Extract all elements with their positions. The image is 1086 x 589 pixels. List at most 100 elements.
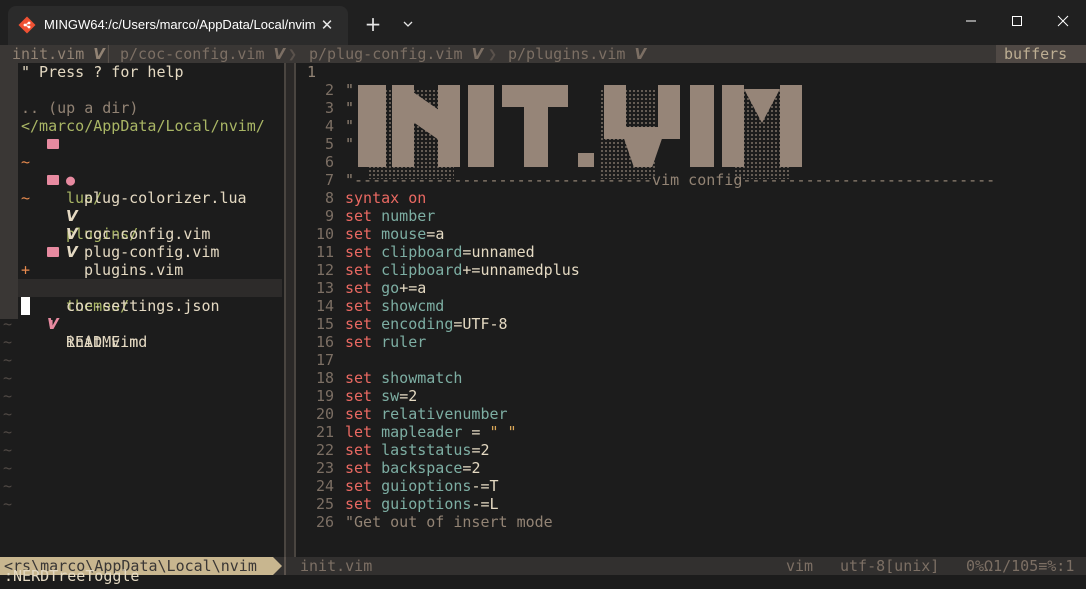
- code-line[interactable]: set laststatus=2: [345, 441, 490, 459]
- code-line[interactable]: set backspace=2: [345, 459, 480, 477]
- nerdtree-entry-selected[interactable]: 𝙑 init.vim: [18, 279, 282, 351]
- code-keyword: set: [345, 369, 373, 387]
- code-keyword: set: [345, 279, 373, 297]
- line-number: 20: [315, 405, 334, 423]
- code-keyword: set: [345, 405, 373, 423]
- line-number: 19: [315, 387, 334, 405]
- code-value: unnamedplus: [480, 261, 580, 279]
- nerdtree-entry[interactable]: ~ lua/: [0, 135, 282, 207]
- close-icon: [1057, 15, 1069, 27]
- line-number: 12: [315, 261, 334, 279]
- code-line[interactable]: set ruler: [345, 333, 426, 351]
- code-operator: -=: [471, 495, 490, 513]
- vim-tab[interactable]: p/plugins.vim 𝙑: [508, 45, 646, 63]
- nerdtree-entry[interactable]: ~ plugins/: [0, 171, 282, 243]
- banner-glyph: [392, 85, 414, 167]
- code-line[interactable]: set clipboard=unnamed: [345, 243, 535, 261]
- nerdtree-up-dir[interactable]: .. (up a dir): [21, 99, 138, 117]
- maximize-button[interactable]: [994, 0, 1040, 42]
- empty-line-marker: ~: [3, 387, 13, 405]
- code-line[interactable]: set relativenumber: [345, 405, 508, 423]
- code-line[interactable]: syntax on: [345, 189, 426, 207]
- code-line[interactable]: set encoding=UTF-8: [345, 315, 508, 333]
- line-number-current: 1: [306, 63, 316, 81]
- code-line[interactable]: "---------------------------------vim co…: [345, 171, 995, 189]
- code-keyword: set: [345, 207, 373, 225]
- window-separator[interactable]: [284, 63, 296, 557]
- tab-close-icon[interactable]: ✕: [316, 14, 338, 36]
- empty-line-marker: ~: [3, 423, 13, 441]
- code-keyword: set: [345, 495, 373, 513]
- code-line[interactable]: ": [345, 117, 354, 135]
- terminal-tab[interactable]: MINGW64:/c/Users/marco/AppData/Local/nvi…: [8, 6, 348, 45]
- nerdtree-pane[interactable]: " Press ? for help .. (up a dir) </marco…: [0, 63, 282, 557]
- code-option: on: [408, 189, 427, 207]
- code-option: guioptions: [381, 495, 472, 513]
- terminal-viewport[interactable]: init.vim 𝙑 ▏ p/coc-config.vim 𝙑 ❯ p/plug…: [0, 45, 1086, 589]
- close-window-button[interactable]: [1040, 0, 1086, 42]
- code-line[interactable]: ": [345, 135, 354, 153]
- command-line[interactable]: :NERDTreeToggle: [4, 567, 139, 585]
- nerdtree-entry[interactable]: 𝙑 plug-config.vim: [0, 207, 282, 261]
- empty-line-marker: ~: [3, 459, 13, 477]
- code-line[interactable]: set go+=a: [345, 279, 426, 297]
- code-option: mouse: [381, 225, 427, 243]
- editor-pane[interactable]: 1 2 " 3 " 4 " 5 " 6 7 "-----------------…: [307, 63, 1086, 557]
- new-tab-button[interactable]: +: [360, 12, 386, 38]
- code-line[interactable]: set guioptions-=T: [345, 477, 499, 495]
- code-keyword: let: [345, 423, 373, 441]
- vim-file-icon: 𝙑: [634, 45, 647, 63]
- banner-glyph: [438, 85, 460, 167]
- ascii-banner: [352, 81, 810, 185]
- vim-file-icon: 𝙑: [93, 45, 105, 63]
- line-number: 9: [324, 207, 334, 225]
- empty-line-marker: ~: [3, 477, 13, 495]
- vim-tab[interactable]: p/plug-config.vim 𝙑: [309, 45, 483, 63]
- code-operator: =: [399, 387, 409, 405]
- code-line[interactable]: "Get out of insert mode: [345, 513, 553, 531]
- code-line[interactable]: set mouse=a: [345, 225, 444, 243]
- code-keyword: set: [345, 459, 373, 477]
- nerdtree-entry[interactable]: 𝙑 plugins.vim: [0, 225, 282, 279]
- code-option: mapleader: [381, 423, 463, 441]
- nerdtree-entry[interactable]: {} coc-settings.json: [0, 261, 282, 315]
- banner-glyph: [468, 85, 494, 167]
- line-number: 16: [315, 333, 334, 351]
- chevron-down-icon[interactable]: [398, 14, 418, 34]
- vim-tab-active[interactable]: init.vim 𝙑: [12, 45, 105, 63]
- code-line[interactable]: set sw=2: [345, 387, 417, 405]
- vim-file-icon: 𝙑: [273, 45, 286, 63]
- code-option: showcmd: [381, 297, 445, 315]
- nerdtree-entry[interactable]: + themes/: [0, 243, 282, 315]
- code-option: relativenumber: [381, 405, 508, 423]
- code-line[interactable]: ": [345, 99, 354, 117]
- statusline-position: 0%Ω1/105≡%:1: [966, 557, 1075, 575]
- code-line[interactable]: set number: [345, 207, 435, 225]
- nerdtree-entry[interactable]: ⬇ README.md: [0, 297, 282, 351]
- banner-glyph: [722, 85, 744, 167]
- code-line[interactable]: set guioptions-=L: [345, 495, 499, 513]
- code-line[interactable]: let mapleader = " ": [345, 423, 517, 441]
- minimize-button[interactable]: [948, 0, 994, 42]
- code-option: laststatus: [381, 441, 472, 459]
- line-number: 13: [315, 279, 334, 297]
- code-keyword: set: [345, 387, 373, 405]
- vim-tab[interactable]: p/coc-config.vim 𝙑: [120, 45, 285, 63]
- line-number: 6: [324, 153, 334, 171]
- nerdtree-root[interactable]: </marco/AppData/Local/nvim/: [21, 117, 265, 135]
- code-line[interactable]: set clipboard+=unnamedplus: [345, 261, 580, 279]
- code-line[interactable]: ": [345, 81, 354, 99]
- code-option: guioptions: [381, 477, 472, 495]
- code-keyword: syntax: [345, 189, 400, 207]
- nerdtree-entry[interactable]: ● plug-colorizer.lua: [0, 153, 282, 207]
- code-line[interactable]: set showcmd: [345, 297, 444, 315]
- code-line[interactable]: set showmatch: [345, 369, 462, 387]
- nerdtree-entry[interactable]: 𝙑 coc-config.vim: [0, 189, 282, 243]
- buffers-indicator[interactable]: buffers: [996, 45, 1086, 63]
